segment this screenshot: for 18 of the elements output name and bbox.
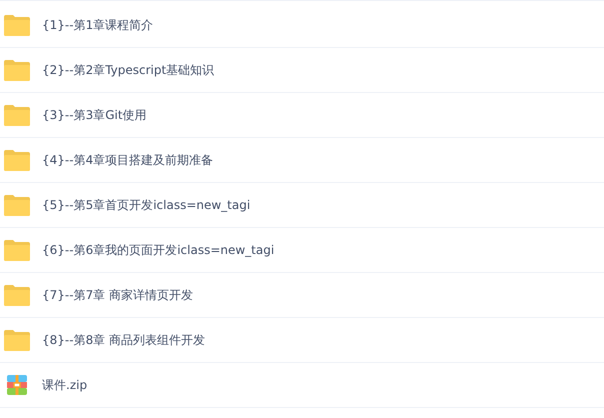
file-name[interactable]: {3}--第3章Git使用: [42, 106, 147, 124]
archive-icon: [7, 375, 27, 395]
file-name[interactable]: {6}--第6章我的页面开发iclass=new_tagi: [42, 242, 274, 258]
folder-icon: [4, 60, 30, 80]
folder-icon: [4, 330, 30, 350]
folder-icon: [4, 284, 30, 306]
file-name[interactable]: {7}--第7章 商家详情页开发: [42, 286, 194, 304]
file-name[interactable]: 课件.zip: [42, 376, 88, 394]
folder-icon: [4, 150, 30, 170]
folder-icon: [4, 14, 30, 36]
file-name[interactable]: {1}--第1章课程简介: [42, 16, 154, 34]
folder-icon: [4, 240, 30, 260]
file-name[interactable]: {4}--第4章项目搭建及前期准备: [42, 152, 214, 168]
folder-icon: [4, 104, 30, 126]
file-name[interactable]: {2}--第2章Typescript基础知识: [42, 62, 214, 78]
file-name[interactable]: {5}--第5章首页开发iclass=new_tagi: [42, 196, 250, 214]
file-name[interactable]: {8}--第8章 商品列表组件开发: [42, 332, 206, 348]
folder-icon: [4, 194, 30, 216]
